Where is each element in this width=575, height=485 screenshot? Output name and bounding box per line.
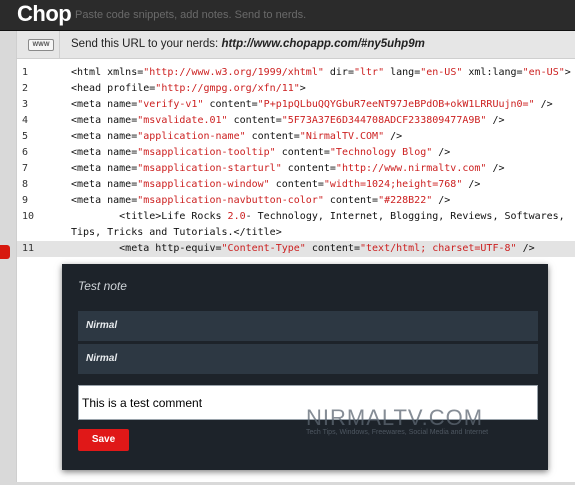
note-popup: Test note Nirmal Nirmal Save xyxy=(62,264,548,470)
code-text: Tips, Tricks and Tutorials.</title> xyxy=(71,227,282,238)
code-line[interactable]: Tips, Tricks and Tutorials.</title> xyxy=(17,225,575,241)
watermark-subtitle: Tech Tips, Windows, Freewares, Social Me… xyxy=(306,429,489,436)
code-text: <meta name="msapplication-window" conten… xyxy=(71,179,481,190)
code-line[interactable]: 10 <title>Life Rocks 2.0- Technology, In… xyxy=(17,209,575,225)
code-text: <html xmlns="http://www.w3.org/1999/xhtm… xyxy=(71,67,571,78)
code-text: <meta http-equiv="Content-Type" content=… xyxy=(71,243,535,254)
code-line[interactable]: 3 <meta name="verify-v1" content="P+p1pQL… xyxy=(17,97,575,113)
code-line[interactable]: 2 <head profile="http://gmpg.org/xfn/11"> xyxy=(17,81,575,97)
top-bar: Chop Paste code snippets, add notes. Sen… xyxy=(0,0,575,31)
www-icon: WWW xyxy=(28,39,54,51)
note-title: Test note xyxy=(78,279,127,293)
line-number[interactable]: 6 xyxy=(22,145,42,161)
code-line[interactable]: 1 <html xmlns="http://www.w3.org/1999/xht… xyxy=(17,65,575,81)
share-url-prefix: Send this URL to your nerds: xyxy=(71,38,222,50)
watermark-title: NIRMALTV.COM xyxy=(306,405,484,430)
save-button[interactable]: Save xyxy=(78,429,129,451)
code-line[interactable]: 7 <meta name="msapplication-starturl" con… xyxy=(17,161,575,177)
gutter-divider xyxy=(59,31,60,58)
comment-author: Nirmal xyxy=(78,344,538,374)
code-text: <meta name="application-name" content="N… xyxy=(71,131,403,142)
code-text: <title>Life Rocks 2.0- Technology, Inter… xyxy=(71,211,565,222)
line-number[interactable]: 10 xyxy=(22,209,42,225)
code-line[interactable]: 9 <meta name="msapplication-navbutton-col… xyxy=(17,193,575,209)
code-text: <meta name="msapplication-tooltip" conte… xyxy=(71,147,451,158)
code-text: <head profile="http://gmpg.org/xfn/11"> xyxy=(71,83,306,94)
line-number[interactable]: 9 xyxy=(22,193,42,209)
line-number[interactable]: 4 xyxy=(22,113,42,129)
watermark: NIRMALTV.COM Tech Tips, Windows, Freewar… xyxy=(306,405,488,436)
url-bar: WWW Send this URL to your nerds: http://… xyxy=(17,31,575,59)
comment-author: Nirmal xyxy=(78,311,538,341)
app-logo[interactable]: Chop xyxy=(17,1,72,27)
line-number[interactable]: 2 xyxy=(22,81,42,97)
code-text: <meta name="msapplication-starturl" cont… xyxy=(71,163,505,174)
code-text: <meta name="verify-v1" content="P+p1pQLb… xyxy=(71,99,553,110)
line-number[interactable]: 8 xyxy=(22,177,42,193)
code-text: <meta name="msvalidate.01" content="5F73… xyxy=(71,115,505,126)
code-line[interactable]: 5 <meta name="application-name" content="… xyxy=(17,129,575,145)
line-number[interactable]: 5 xyxy=(22,129,42,145)
line-number[interactable]: 11 xyxy=(22,241,42,257)
line-number[interactable]: 1 xyxy=(22,65,42,81)
code-line[interactable]: 8 <meta name="msapplication-window" conte… xyxy=(17,177,575,193)
line-number[interactable]: 3 xyxy=(22,97,42,113)
code-text: <meta name="msapplication-navbutton-colo… xyxy=(71,195,451,206)
note-marker-icon[interactable] xyxy=(0,245,10,259)
code-line[interactable]: 4 <meta name="msvalidate.01" content="5F7… xyxy=(17,113,575,129)
code-line[interactable]: 11 <meta http-equiv="Content-Type" conte… xyxy=(17,241,575,257)
share-url-text: Send this URL to your nerds: http://www.… xyxy=(71,38,425,50)
line-number[interactable]: 7 xyxy=(22,161,42,177)
app-tagline: Paste code snippets, add notes. Send to … xyxy=(75,9,307,21)
code-line[interactable]: 6 <meta name="msapplication-tooltip" cont… xyxy=(17,145,575,161)
share-url-link[interactable]: http://www.chopapp.com/#ny5uhp9m xyxy=(221,38,424,50)
